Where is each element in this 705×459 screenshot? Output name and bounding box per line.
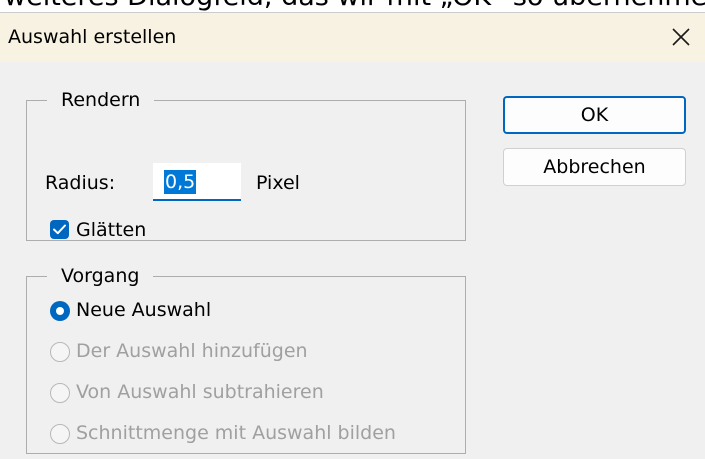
radius-unit-label: Pixel	[256, 172, 300, 194]
radio-new-selection[interactable]	[50, 301, 70, 321]
close-icon	[672, 28, 690, 46]
radius-value: 0,5	[164, 170, 197, 194]
checkmark-icon	[53, 224, 66, 235]
operation-group: Vorgang Neue Auswahl Der Auswahl hinzufü…	[26, 263, 466, 454]
close-button[interactable]	[661, 17, 701, 57]
background-caption: weiteres Dialogfeld, das wir mit „OK“ so…	[0, 0, 705, 12]
radio-label-add-to-selection: Der Auswahl hinzufügen	[76, 340, 308, 362]
render-group: Rendern Radius: 0,5 Pixel Glätten	[26, 87, 466, 241]
cancel-button[interactable]: Abbrechen	[503, 148, 686, 186]
radius-label: Radius:	[45, 172, 116, 194]
title-bar: Auswahl erstellen	[0, 12, 705, 63]
dialog-body: Rendern Radius: 0,5 Pixel Glätten Vorgan…	[0, 62, 705, 459]
smooth-label: Glätten	[76, 219, 147, 241]
radius-input[interactable]: 0,5	[153, 163, 241, 201]
ok-button-label: OK	[580, 104, 609, 126]
make-selection-dialog: Auswahl erstellen Rendern Radius: 0,5 Pi…	[0, 12, 705, 459]
radio-add-to-selection[interactable]	[50, 342, 70, 362]
radio-label-new-selection: Neue Auswahl	[76, 299, 212, 321]
smooth-checkbox[interactable]	[50, 220, 69, 239]
render-group-legend: Rendern	[47, 87, 155, 113]
cancel-button-label: Abbrechen	[543, 156, 646, 178]
operation-group-legend: Vorgang	[47, 263, 154, 289]
radio-label-intersect-with-selection: Schnittmenge mit Auswahl bilden	[76, 422, 396, 444]
radio-intersect-with-selection[interactable]	[50, 424, 70, 444]
dialog-title: Auswahl erstellen	[8, 26, 177, 48]
radio-label-subtract-from-selection: Von Auswahl subtrahieren	[76, 381, 324, 403]
radio-subtract-from-selection[interactable]	[50, 383, 70, 403]
ok-button[interactable]: OK	[503, 96, 686, 134]
